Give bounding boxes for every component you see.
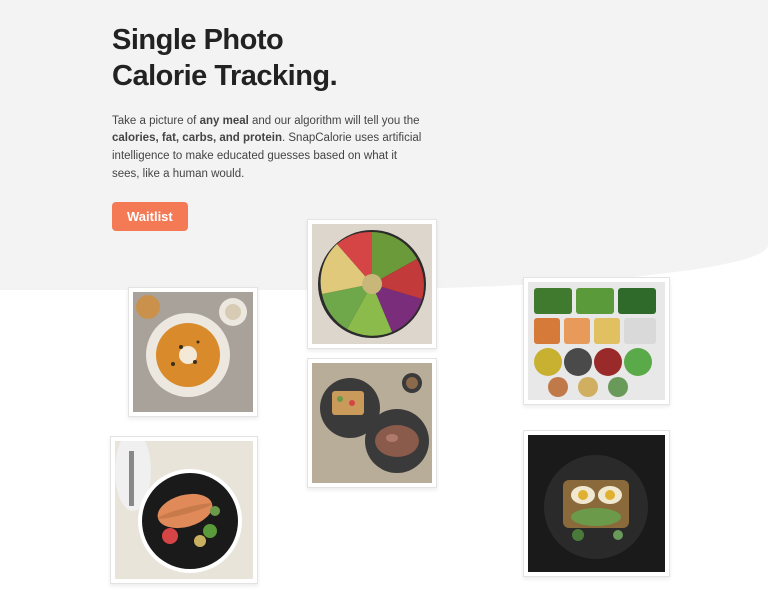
toast-plates-image bbox=[312, 363, 432, 483]
soup-bowl-image bbox=[133, 292, 253, 412]
egg-avocado-toast-image bbox=[528, 435, 665, 572]
photo-toast-plates bbox=[307, 358, 437, 488]
salmon-dish-image bbox=[115, 441, 253, 579]
salad-bar-image bbox=[528, 282, 665, 400]
photo-salmon-dish bbox=[110, 436, 258, 584]
photo-gallery bbox=[0, 0, 768, 595]
photo-salad-bar bbox=[523, 277, 670, 405]
buddha-bowl-image bbox=[312, 224, 432, 344]
photo-buddha-bowl bbox=[307, 219, 437, 349]
photo-soup-bowl bbox=[128, 287, 258, 417]
photo-egg-avocado-toast bbox=[523, 430, 670, 577]
